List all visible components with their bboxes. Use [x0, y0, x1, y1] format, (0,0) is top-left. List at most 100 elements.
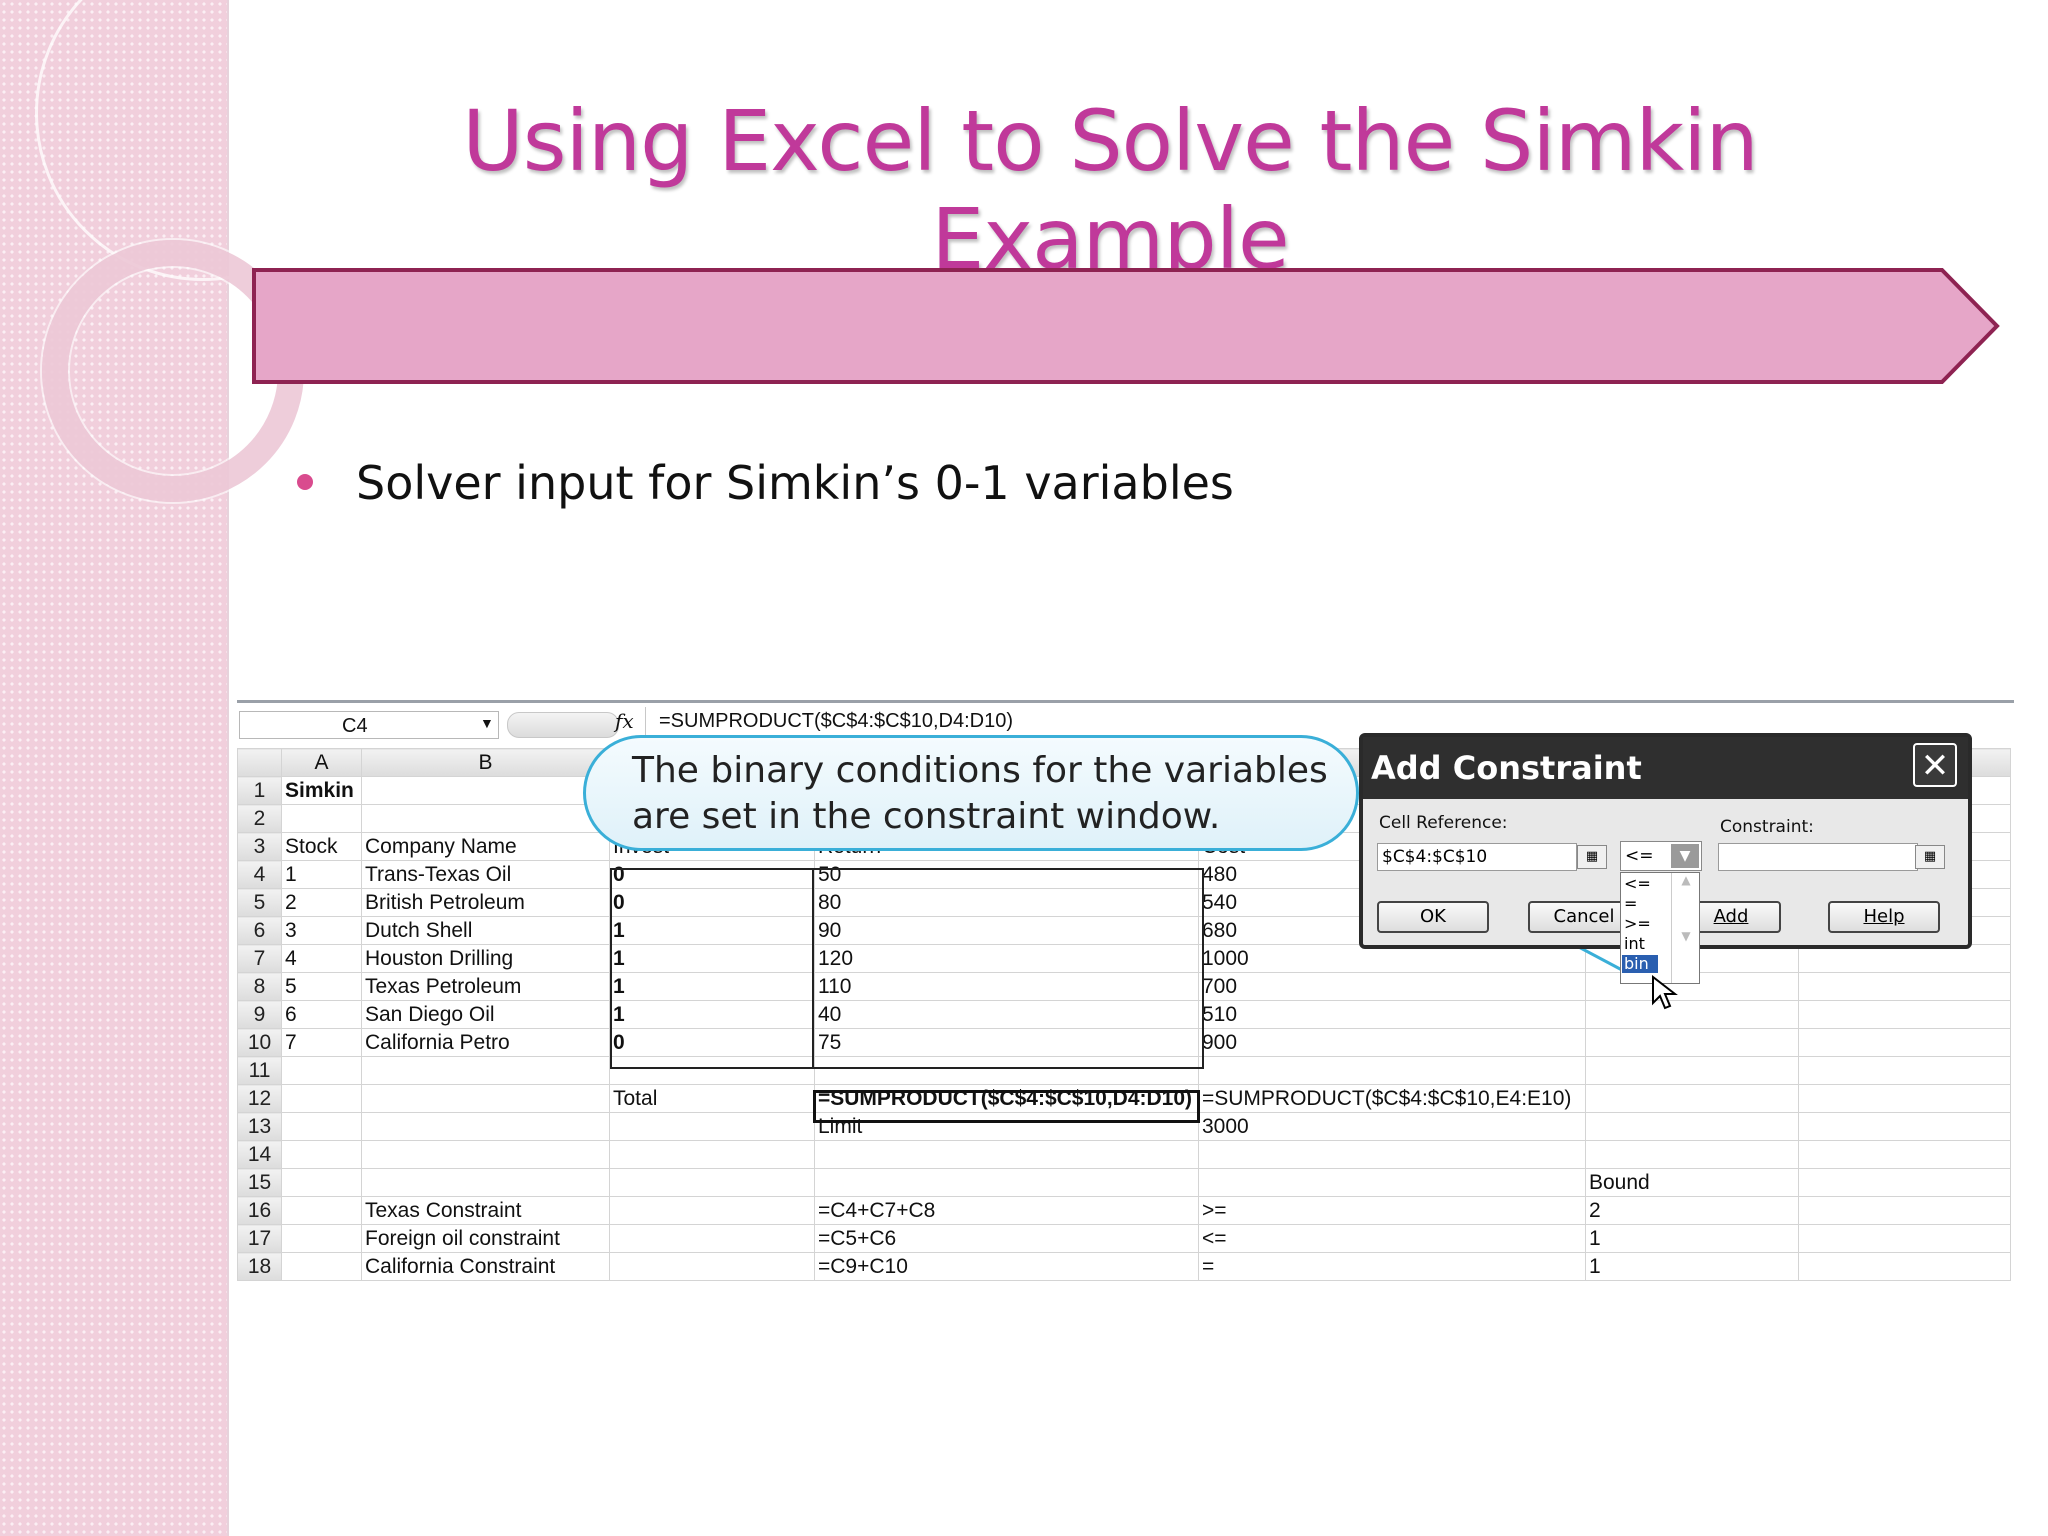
table-cell[interactable]: 2 — [281, 888, 362, 917]
table-cell[interactable]: California Constraint — [361, 1252, 610, 1281]
table-cell[interactable] — [609, 1168, 815, 1197]
table-cell[interactable]: = — [1198, 1252, 1586, 1281]
table-cell[interactable]: 900 — [1198, 1028, 1586, 1057]
table-cell[interactable] — [814, 1140, 1199, 1169]
table-cell[interactable]: Dutch Shell — [361, 916, 610, 945]
row-header[interactable]: 4 — [237, 860, 282, 889]
formula-input[interactable]: =SUMPRODUCT($C$4:$C$10,D4:D10) — [659, 710, 1013, 733]
table-cell[interactable] — [361, 776, 610, 805]
row-header[interactable]: 11 — [237, 1056, 282, 1085]
table-cell[interactable] — [1198, 1056, 1586, 1085]
table-cell[interactable] — [1798, 972, 2011, 1001]
ok-button[interactable]: OK — [1377, 901, 1489, 933]
row-header[interactable]: 6 — [237, 916, 282, 945]
table-cell[interactable] — [281, 1252, 362, 1281]
table-cell[interactable] — [1798, 1084, 2011, 1113]
table-cell[interactable]: 2 — [1585, 1196, 1799, 1225]
table-cell[interactable] — [1198, 1140, 1586, 1169]
table-cell[interactable]: California Petro — [361, 1028, 610, 1057]
operator-dropdown-list[interactable]: <= = >= int bin ▲ ▼ — [1620, 872, 1700, 984]
table-cell[interactable]: 1 — [1585, 1252, 1799, 1281]
table-cell[interactable]: Bound — [1585, 1168, 1799, 1197]
chevron-down-icon[interactable]: ▼ — [1671, 844, 1699, 868]
table-cell[interactable] — [1585, 1056, 1799, 1085]
range-picker-icon[interactable]: ▦ — [1577, 845, 1607, 869]
row-header[interactable]: 2 — [237, 804, 282, 833]
table-cell[interactable] — [1798, 1252, 2011, 1281]
row-header[interactable]: 18 — [237, 1252, 282, 1281]
table-cell[interactable] — [281, 1084, 362, 1113]
table-cell[interactable] — [1798, 1196, 2011, 1225]
row-header[interactable]: 17 — [237, 1224, 282, 1253]
operator-option-selected[interactable]: bin — [1622, 955, 1658, 973]
operator-option[interactable]: = — [1624, 895, 1637, 913]
table-cell[interactable]: 6 — [281, 1000, 362, 1029]
chevron-down-icon[interactable]: ▼ — [480, 715, 494, 731]
table-cell[interactable] — [281, 1056, 362, 1085]
table-cell[interactable] — [1585, 1084, 1799, 1113]
table-cell[interactable] — [281, 1140, 362, 1169]
table-cell[interactable] — [1585, 1140, 1799, 1169]
table-cell[interactable] — [609, 1112, 815, 1141]
table-cell[interactable] — [1798, 1168, 2011, 1197]
row-header[interactable]: 12 — [237, 1084, 282, 1113]
help-button[interactable]: Help — [1828, 901, 1940, 933]
table-cell[interactable] — [1798, 1000, 2011, 1029]
close-icon[interactable]: ✕ — [1913, 743, 1957, 787]
table-cell[interactable] — [361, 1140, 610, 1169]
table-cell[interactable] — [361, 1112, 610, 1141]
cell-reference-input[interactable]: $C$4:$C$10 — [1377, 843, 1577, 871]
row-header[interactable]: 5 — [237, 888, 282, 917]
table-cell[interactable]: Trans-Texas Oil — [361, 860, 610, 889]
row-header[interactable]: 16 — [237, 1196, 282, 1225]
row-header[interactable]: 7 — [237, 944, 282, 973]
table-cell[interactable] — [1798, 1056, 2011, 1085]
table-cell[interactable]: 3 — [281, 916, 362, 945]
table-cell[interactable] — [281, 1224, 362, 1253]
table-cell[interactable]: 5 — [281, 972, 362, 1001]
table-cell[interactable]: Texas Petroleum — [361, 972, 610, 1001]
table-cell[interactable]: 510 — [1198, 1000, 1586, 1029]
operator-option[interactable]: int — [1624, 935, 1645, 953]
table-cell[interactable]: =C4+C7+C8 — [814, 1196, 1199, 1225]
dropdown-scrollbar[interactable]: ▲ ▼ — [1671, 873, 1700, 983]
table-cell[interactable] — [814, 1168, 1199, 1197]
name-box[interactable]: C4 ▼ — [239, 711, 499, 739]
column-header[interactable]: A — [281, 748, 362, 777]
row-header[interactable]: 13 — [237, 1112, 282, 1141]
table-cell[interactable] — [1585, 1028, 1799, 1057]
table-cell[interactable] — [1798, 1112, 2011, 1141]
table-cell[interactable]: San Diego Oil — [361, 1000, 610, 1029]
table-cell[interactable] — [361, 1084, 610, 1113]
table-cell[interactable] — [1798, 1224, 2011, 1253]
table-cell[interactable] — [361, 1168, 610, 1197]
table-cell[interactable] — [609, 1196, 815, 1225]
operator-select[interactable]: <= ▼ — [1620, 841, 1702, 871]
table-cell[interactable]: =C5+C6 — [814, 1224, 1199, 1253]
table-cell[interactable] — [1585, 1000, 1799, 1029]
operator-option[interactable]: >= — [1624, 915, 1651, 933]
table-cell[interactable] — [1585, 1112, 1799, 1141]
row-header[interactable]: 1 — [237, 776, 282, 805]
table-cell[interactable] — [281, 1112, 362, 1141]
table-cell[interactable] — [281, 1168, 362, 1197]
formula-bar-control[interactable] — [507, 712, 619, 738]
table-cell[interactable] — [1198, 1168, 1586, 1197]
table-cell[interactable] — [609, 1252, 815, 1281]
table-cell[interactable]: Houston Drilling — [361, 944, 610, 973]
row-header[interactable]: 3 — [237, 832, 282, 861]
table-cell[interactable]: =C9+C10 — [814, 1252, 1199, 1281]
table-cell[interactable]: British Petroleum — [361, 888, 610, 917]
select-all-corner[interactable] — [237, 748, 282, 777]
table-cell[interactable]: Total — [609, 1084, 815, 1113]
fx-icon[interactable]: fx — [615, 709, 634, 733]
table-cell[interactable] — [1798, 1028, 2011, 1057]
table-cell[interactable]: Company Name — [361, 832, 610, 861]
table-cell[interactable] — [361, 1056, 610, 1085]
table-cell[interactable]: Simkin — [281, 776, 362, 805]
table-cell[interactable]: 1 — [1585, 1224, 1799, 1253]
row-header[interactable]: 14 — [237, 1140, 282, 1169]
range-picker-icon[interactable]: ▦ — [1915, 845, 1945, 869]
row-header[interactable]: 10 — [237, 1028, 282, 1057]
row-header[interactable]: 9 — [237, 1000, 282, 1029]
